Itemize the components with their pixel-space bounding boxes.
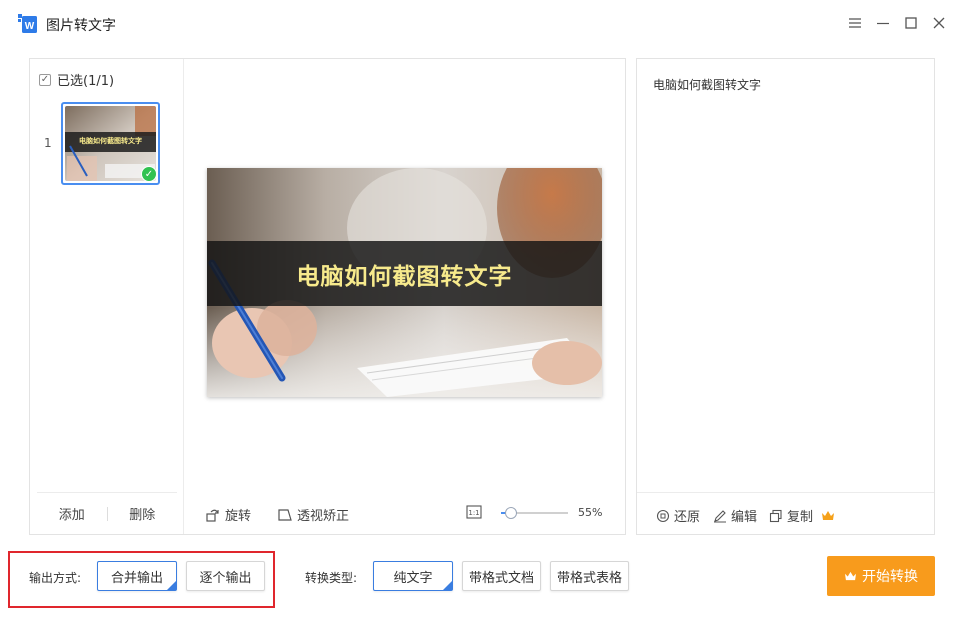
delete-button[interactable]: 删除 xyxy=(108,504,178,523)
restore-label: 还原 xyxy=(674,510,701,525)
result-toolbar: 还原 编辑 复制 xyxy=(637,492,934,534)
crown-icon xyxy=(822,510,835,520)
merge-output-button[interactable]: 合并输出 xyxy=(97,561,177,591)
rotate-button[interactable]: 旋转 xyxy=(205,505,251,524)
thumbnail-caption: 电脑如何截图转文字 xyxy=(79,137,142,145)
maximize-icon[interactable] xyxy=(902,14,920,32)
preview-toolbar: 旋转 透视矫正 1:1 55% xyxy=(185,492,625,534)
fit-screen-button[interactable]: 1:1 xyxy=(466,505,482,519)
formatted-doc-button[interactable]: 带格式文档 xyxy=(462,561,541,591)
restore-button[interactable]: 还原 xyxy=(656,506,700,525)
result-panel: 电脑如何截图转文字 还原 编辑 复制 xyxy=(636,58,935,535)
close-icon[interactable] xyxy=(930,14,948,32)
edit-icon xyxy=(714,509,726,522)
checkbox-checked-icon: ✓ xyxy=(39,73,51,86)
perspective-correct-button[interactable]: 透视矫正 xyxy=(277,505,349,524)
zoom-slider[interactable] xyxy=(501,507,568,519)
output-mode-label: 输出方式: xyxy=(29,571,82,585)
preview-image: 电脑如何截图转文字 xyxy=(207,168,602,397)
minimize-icon[interactable] xyxy=(874,14,892,32)
svg-text:W: W xyxy=(25,21,35,32)
restore-icon xyxy=(656,509,670,522)
check-badge-icon: ✓ xyxy=(141,166,157,182)
separate-output-button[interactable]: 逐个输出 xyxy=(186,561,265,591)
zoom-slider-knob[interactable] xyxy=(505,507,517,519)
thumbnail-item[interactable]: 电脑如何截图转文字 ✓ xyxy=(61,102,160,185)
select-all-label: 已选(1/1) xyxy=(57,74,115,89)
zoom-percent: 55% xyxy=(578,506,603,519)
preview-caption: 电脑如何截图转文字 xyxy=(296,263,513,290)
edit-button[interactable]: 编辑 xyxy=(713,506,757,525)
thumbnail-index: 1 xyxy=(44,136,52,150)
image-panel: ✓ 已选(1/1) 1 电脑如何截图转文字 ✓ 添加 删除 电脑如何截图转文字 … xyxy=(29,58,626,535)
preview-area: 电脑如何截图转文字 旋转 透视矫正 1:1 55% xyxy=(185,59,625,534)
crown-icon xyxy=(845,571,856,580)
formatted-table-button[interactable]: 带格式表格 xyxy=(550,561,629,591)
fit-screen-icon: 1:1 xyxy=(466,505,482,519)
convert-type-label: 转换类型: xyxy=(305,571,358,585)
copy-button[interactable]: 复制 xyxy=(769,506,835,525)
copy-icon xyxy=(769,509,782,522)
copy-label: 复制 xyxy=(787,510,814,525)
app-logo-icon: W xyxy=(18,14,38,34)
svg-text:1:1: 1:1 xyxy=(468,509,479,517)
thumbnail-footer: 添加 删除 xyxy=(37,492,177,534)
thumbnail-list: ✓ 已选(1/1) 1 电脑如何截图转文字 ✓ 添加 删除 xyxy=(30,59,184,534)
preview-caption-band: 电脑如何截图转文字 xyxy=(207,241,602,306)
select-all-checkbox[interactable]: ✓ 已选(1/1) xyxy=(39,70,114,89)
rotate-label: 旋转 xyxy=(225,509,252,524)
start-convert-button[interactable]: 开始转换 xyxy=(827,556,935,596)
add-button[interactable]: 添加 xyxy=(37,504,107,523)
perspective-icon xyxy=(278,508,292,521)
title-bar: W 图片转文字 xyxy=(0,0,962,48)
menu-icon[interactable] xyxy=(846,14,864,32)
start-convert-label: 开始转换 xyxy=(862,569,918,585)
edit-label: 编辑 xyxy=(731,510,758,525)
result-text[interactable]: 电脑如何截图转文字 xyxy=(653,76,761,93)
app-title: 图片转文字 xyxy=(46,18,116,34)
plain-text-button[interactable]: 纯文字 xyxy=(373,561,453,591)
perspective-label: 透视矫正 xyxy=(297,509,350,524)
rotate-icon xyxy=(206,509,219,522)
